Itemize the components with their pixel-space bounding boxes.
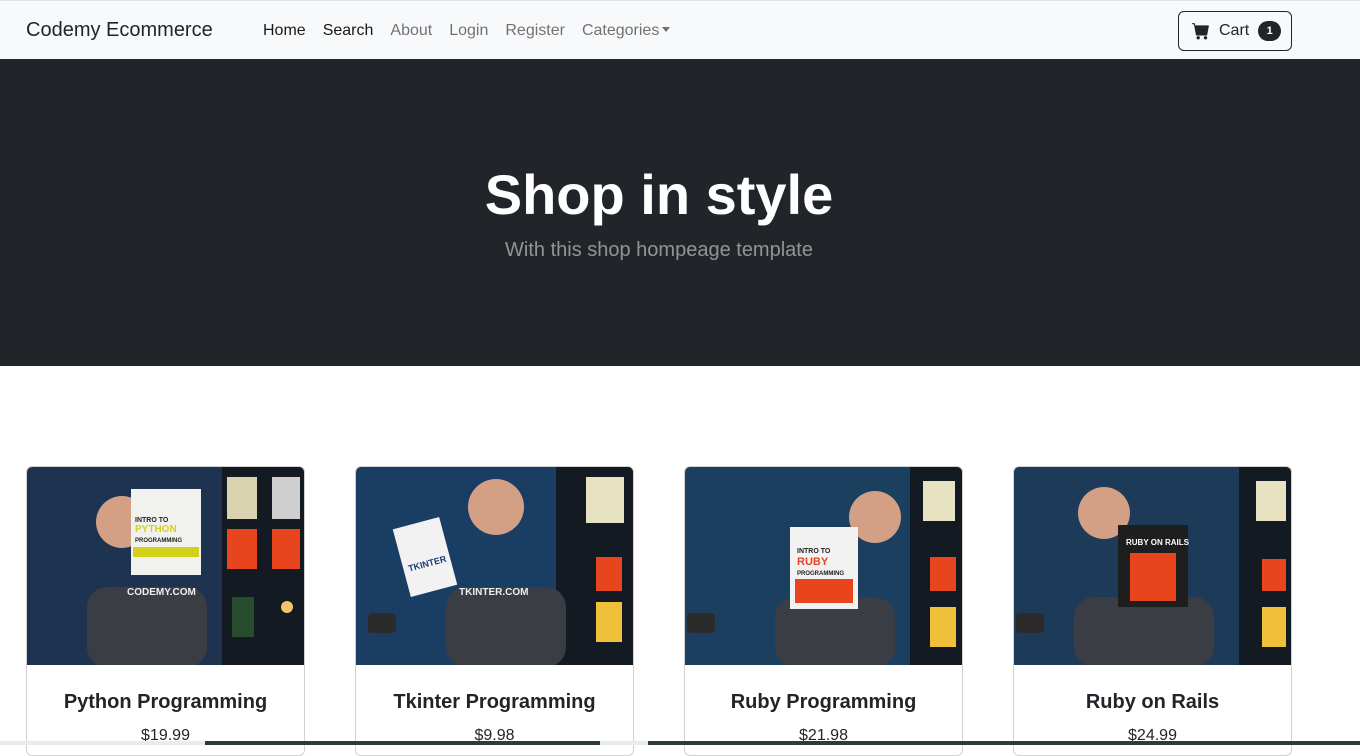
chevron-down-icon [662,27,671,32]
svg-text:INTRO TO: INTRO TO [135,517,169,524]
nav-about[interactable]: About [390,22,432,40]
svg-text:RUBY ON RAILS: RUBY ON RAILS [1126,538,1190,547]
product-image[interactable]: TKINTER TKINTER.COM [356,467,633,665]
product-card[interactable]: INTRO TO RUBY PROGRAMMING Ruby Programmi… [684,466,963,756]
svg-text:PROGRAMMING: PROGRAMMING [135,538,182,544]
svg-text:INTRO TO: INTRO TO [797,548,831,555]
nav-categories-label: Categories [581,22,660,39]
horizontal-scrollbar[interactable] [0,741,1360,745]
hero-title: Shop in style [484,163,834,226]
nav-categories-dropdown[interactable]: Categories [581,22,671,40]
scrollbar-segment [648,741,1360,745]
nav-links: Home Search About Login Register Categor… [263,22,687,40]
product-image[interactable]: INTRO TO RUBY PROGRAMMING [685,467,962,665]
product-card[interactable]: TKINTER TKINTER.COM Tkinter Programming … [355,466,634,756]
nav-register[interactable]: Register [505,22,565,40]
cart-button[interactable]: Cart 1 [1178,11,1292,51]
product-name: Tkinter Programming [393,691,596,713]
product-name: Python Programming [63,691,268,713]
cart-count-badge: 1 [1258,21,1282,41]
product-card[interactable]: INTRO TO PYTHON PROGRAMMING CODEMY.COM P… [26,466,305,756]
nav-login[interactable]: Login [449,22,488,40]
scrollbar-segment [205,741,600,745]
svg-text:PROGRAMMING: PROGRAMMING [797,571,844,577]
product-card[interactable]: RUBY ON RAILS Ruby on Rails $24.99 [1013,466,1292,756]
navbar: Codemy Ecommerce Home Search About Login… [0,0,1360,59]
svg-text:PYTHON: PYTHON [135,524,177,535]
product-name: Ruby Programming [730,691,917,713]
brand-link[interactable]: Codemy Ecommerce [26,19,213,42]
product-name: Ruby on Rails [1085,691,1220,713]
hero-header: Shop in style With this shop hompeage te… [0,59,1360,366]
nav-home[interactable]: Home [263,22,306,40]
svg-text:CODEMY.COM: CODEMY.COM [127,587,196,598]
cart-label: Cart [1219,22,1250,39]
product-image[interactable]: RUBY ON RAILS [1014,467,1291,665]
svg-text:TKINTER.COM: TKINTER.COM [459,587,528,598]
product-image[interactable]: INTRO TO PYTHON PROGRAMMING CODEMY.COM [27,467,304,665]
hero-subtitle: With this shop hompeage template [505,239,813,261]
cart-icon [1192,23,1209,40]
nav-search[interactable]: Search [323,22,374,40]
svg-text:RUBY: RUBY [797,556,829,568]
